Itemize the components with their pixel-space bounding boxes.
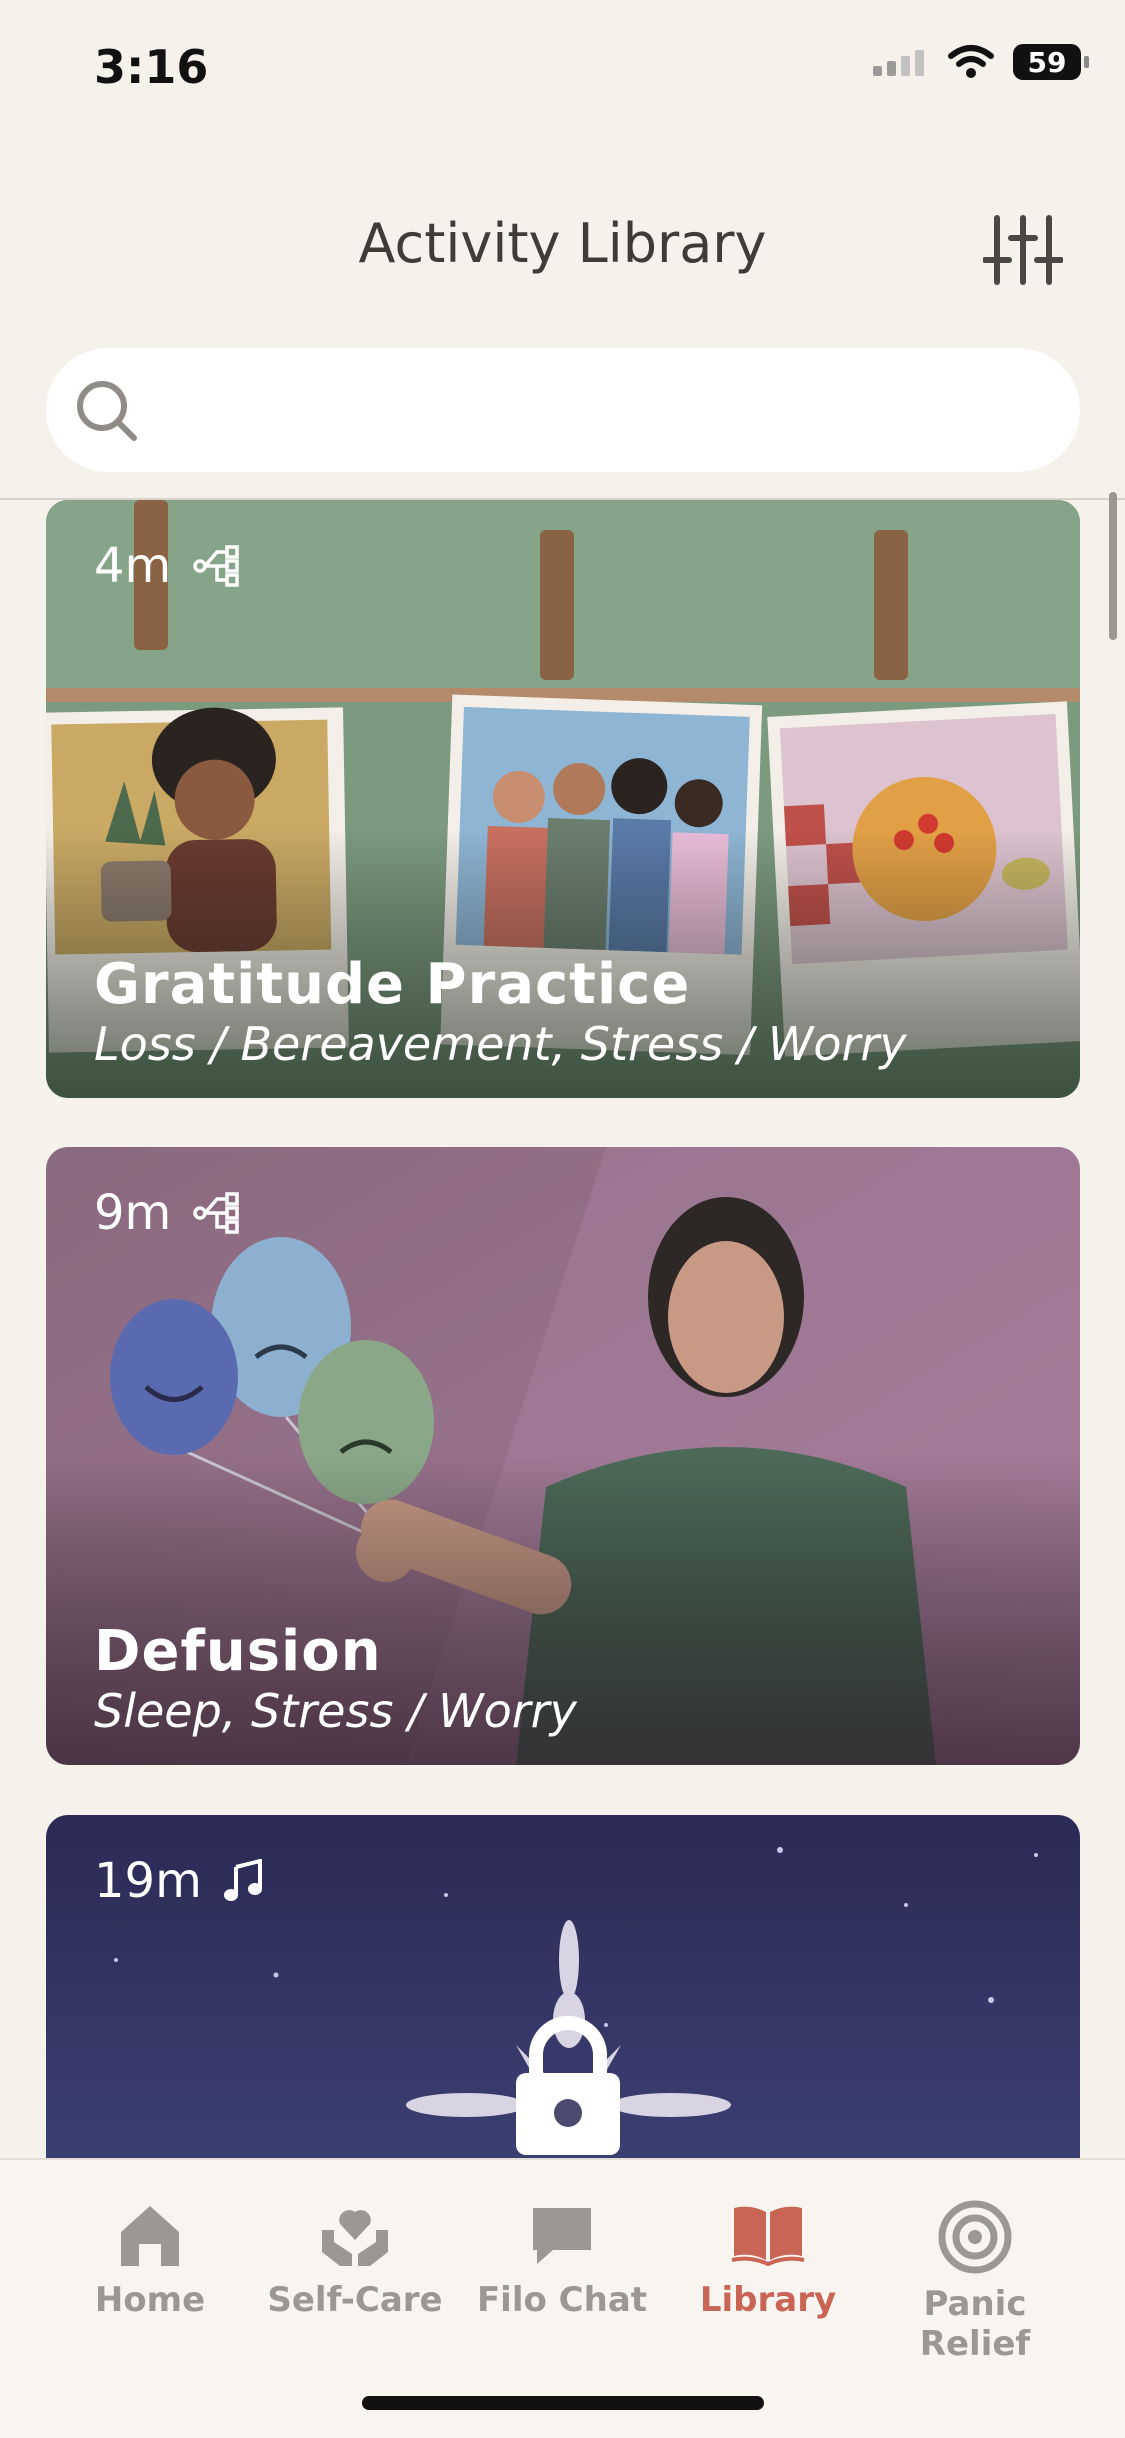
- battery-icon: 59: [1013, 44, 1089, 80]
- header: Activity Library: [0, 190, 1125, 290]
- card-title: Gratitude Practice: [94, 952, 691, 1017]
- card-duration: 9m: [94, 1185, 172, 1241]
- card-meta: 9m: [94, 1185, 241, 1241]
- tab-label: Filo Chat: [476, 2280, 648, 2320]
- card-tags: Loss / Bereavement, Stress / Worry: [94, 1017, 907, 1071]
- home-indicator[interactable]: [362, 2396, 764, 2410]
- tab-self-care[interactable]: Self-Care: [245, 2200, 465, 2320]
- status-icons: 59: [873, 44, 1089, 80]
- tab-label: Library: [699, 2280, 837, 2320]
- tab-label: Panic Relief: [919, 2284, 1031, 2364]
- music-note-icon: [223, 1859, 262, 1901]
- wifi-icon: [948, 45, 994, 78]
- card-text: Defusion Sleep, Stress / Worry: [94, 1621, 577, 1739]
- tab-library[interactable]: Library: [658, 2200, 878, 2320]
- card-duration: 19m: [94, 1853, 202, 1909]
- card-text: Gratitude Practice Loss / Bereavement, S…: [94, 954, 907, 1072]
- tab-filo-chat[interactable]: Filo Chat: [452, 2200, 672, 2320]
- activity-card-gratitude[interactable]: 4m Gratitude Practice Loss / Bereavement…: [46, 500, 1080, 1098]
- tab-label: Self-Care: [267, 2280, 443, 2320]
- sliders-icon: [982, 215, 1064, 285]
- search-bar[interactable]: [46, 348, 1080, 472]
- tab-label: Home: [94, 2280, 206, 2320]
- activity-list[interactable]: 4m Gratitude Practice Loss / Bereavement…: [0, 500, 1125, 2160]
- card-title: Defusion: [94, 1619, 382, 1684]
- scrollbar[interactable]: [1109, 492, 1117, 640]
- filter-button[interactable]: [982, 210, 1064, 290]
- status-time: 3:16: [94, 40, 209, 94]
- activity-card-defusion[interactable]: 9m Defusion Sleep, Stress / Worry: [46, 1147, 1080, 1765]
- search-input[interactable]: [156, 368, 1040, 454]
- chat-bubble-icon: [533, 2208, 591, 2264]
- open-book-icon: [731, 2206, 805, 2267]
- search-icon: [77, 381, 137, 441]
- target-icon: [938, 2200, 1012, 2274]
- heart-hands-icon: [322, 2210, 388, 2266]
- card-tags: Sleep, Stress / Worry: [94, 1684, 577, 1738]
- home-icon: [121, 2206, 179, 2266]
- status-bar: 3:16 59: [0, 0, 1125, 140]
- lock-icon: [516, 2016, 620, 2155]
- card-meta: 4m: [94, 538, 241, 594]
- card-meta: 19m: [94, 1853, 264, 1909]
- tab-panic-relief[interactable]: Panic Relief: [865, 2200, 1085, 2364]
- page-title: Activity Library: [358, 212, 767, 275]
- branch-icon: [193, 1192, 240, 1234]
- tab-home[interactable]: Home: [40, 2200, 260, 2320]
- signal-icon: [873, 50, 924, 76]
- card-duration: 4m: [94, 538, 172, 594]
- activity-card-locked[interactable]: 19m: [46, 1815, 1080, 2160]
- branch-icon: [193, 545, 240, 587]
